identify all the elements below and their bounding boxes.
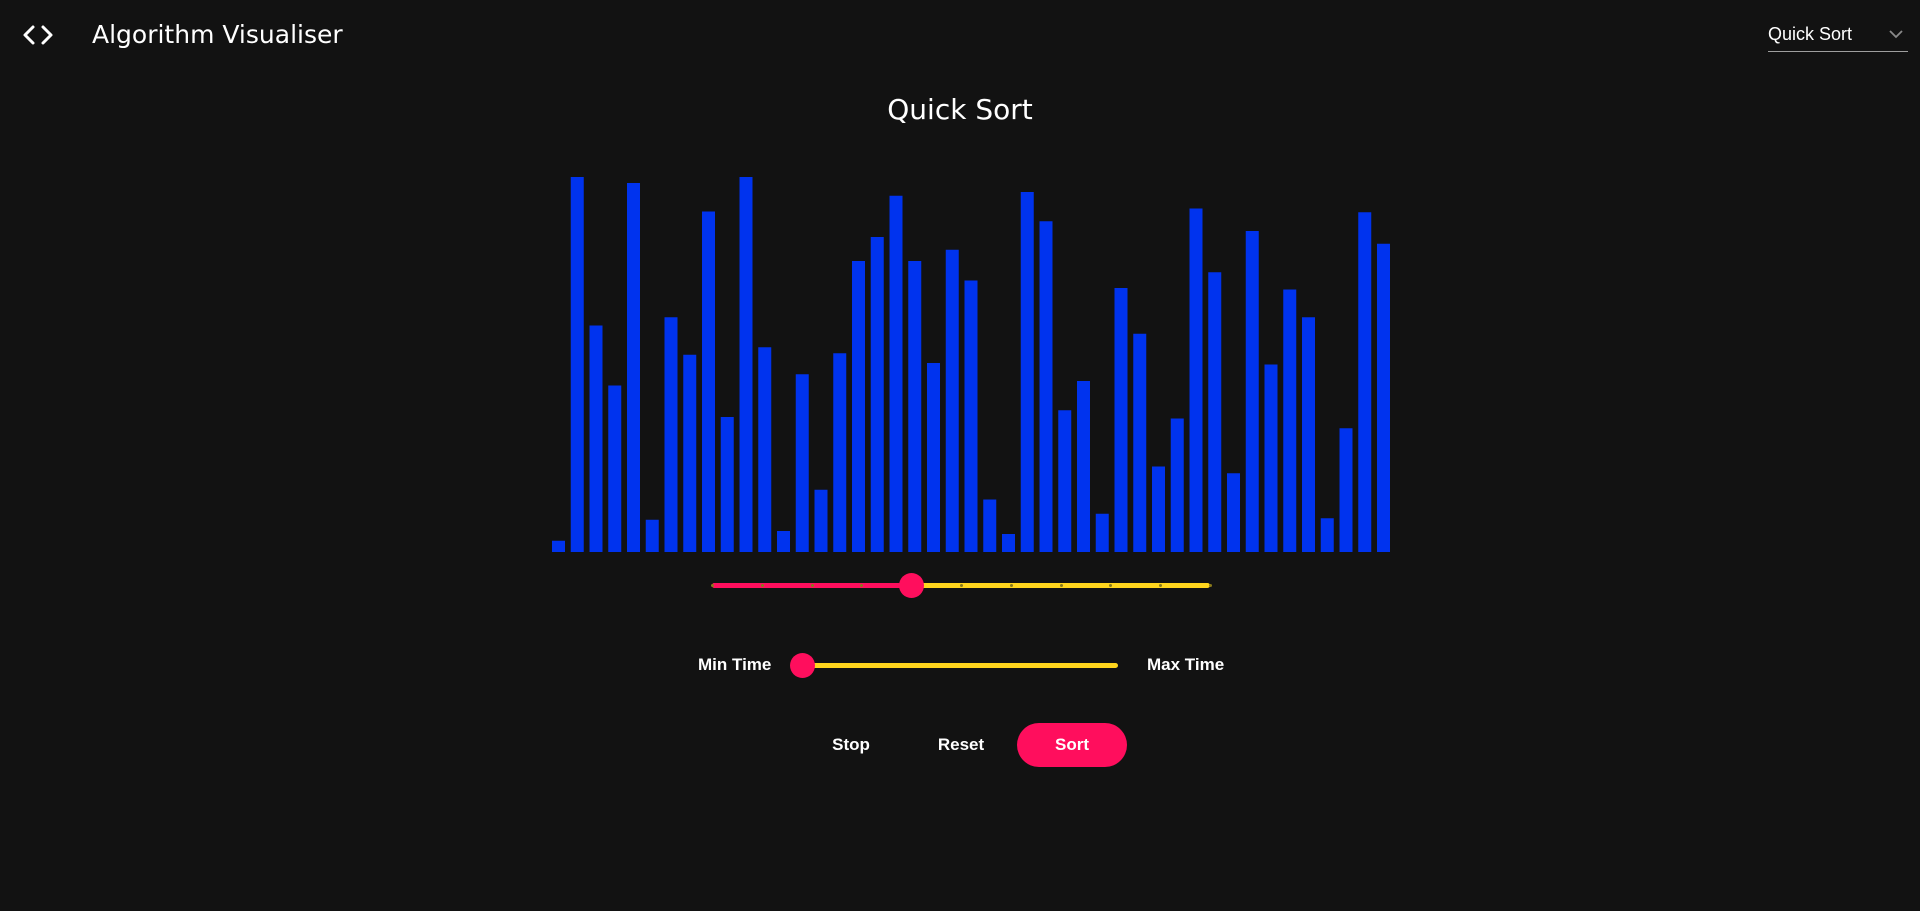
array-bar bbox=[983, 499, 997, 552]
array-bar bbox=[833, 353, 847, 552]
array-bar bbox=[1133, 333, 1147, 552]
array-bar bbox=[758, 347, 772, 552]
array-bar bbox=[1058, 410, 1072, 552]
array-bar bbox=[1170, 418, 1184, 552]
array-size-tick bbox=[1059, 584, 1063, 587]
app-root: Algorithm Visualiser Quick Sort Quick So… bbox=[0, 0, 1920, 911]
array-bar bbox=[552, 540, 565, 552]
array-size-tick bbox=[810, 584, 814, 587]
array-bar bbox=[1114, 288, 1128, 552]
array-bar bbox=[608, 385, 622, 552]
array-bar bbox=[889, 195, 903, 552]
array-bar bbox=[664, 317, 678, 552]
array-bar bbox=[814, 489, 828, 552]
speed-thumb[interactable] bbox=[790, 653, 815, 678]
array-bar bbox=[1302, 317, 1315, 552]
array-bar bbox=[589, 325, 603, 552]
array-bar bbox=[702, 211, 715, 552]
array-bar bbox=[720, 417, 734, 552]
sort-button[interactable]: Sort bbox=[1017, 723, 1127, 767]
array-bar bbox=[777, 531, 790, 552]
array-bar bbox=[1339, 428, 1353, 552]
array-bar bbox=[1320, 518, 1334, 552]
array-size-tick bbox=[1009, 584, 1013, 587]
max-time-label: Max Time bbox=[1147, 655, 1225, 674]
array-size-tick bbox=[960, 584, 963, 587]
reset-button[interactable]: Reset bbox=[918, 723, 1004, 767]
array-bar bbox=[627, 183, 640, 552]
array-bar bbox=[927, 363, 940, 552]
min-time-label: Min Time bbox=[698, 655, 772, 674]
array-size-tick bbox=[1209, 584, 1212, 587]
array-bar bbox=[870, 237, 884, 552]
array-size-tick bbox=[711, 584, 714, 587]
array-size-slider[interactable] bbox=[708, 570, 1214, 600]
array-bar bbox=[852, 261, 865, 552]
array-bar bbox=[1283, 289, 1297, 552]
array-bar bbox=[1077, 381, 1090, 552]
speed-slider[interactable] bbox=[790, 650, 1118, 680]
array-bar bbox=[964, 280, 978, 552]
array-bar bbox=[1189, 208, 1203, 552]
array-bar bbox=[1095, 513, 1109, 552]
array-bar bbox=[945, 249, 959, 552]
array-bar bbox=[1264, 364, 1278, 552]
array-bar bbox=[1377, 243, 1390, 552]
array-bar bbox=[1002, 534, 1015, 552]
array-bar bbox=[739, 177, 753, 552]
stop-button[interactable]: Stop bbox=[808, 723, 894, 767]
array-bar bbox=[1227, 473, 1240, 552]
array-bar bbox=[1152, 466, 1165, 552]
array-bar bbox=[1358, 212, 1372, 552]
array-size-thumb[interactable] bbox=[899, 573, 925, 598]
array-bar bbox=[1245, 231, 1259, 552]
array-bar bbox=[683, 354, 697, 552]
bar-chart bbox=[552, 177, 1390, 552]
array-bar bbox=[795, 374, 809, 552]
array-bar bbox=[645, 519, 659, 552]
array-bar bbox=[1020, 192, 1034, 552]
array-bar bbox=[570, 177, 584, 552]
array-bar bbox=[908, 261, 922, 552]
array-bar bbox=[1039, 221, 1053, 552]
array-bar bbox=[1208, 272, 1222, 552]
speed-track[interactable] bbox=[802, 663, 1118, 668]
array-size-tick bbox=[760, 584, 764, 587]
